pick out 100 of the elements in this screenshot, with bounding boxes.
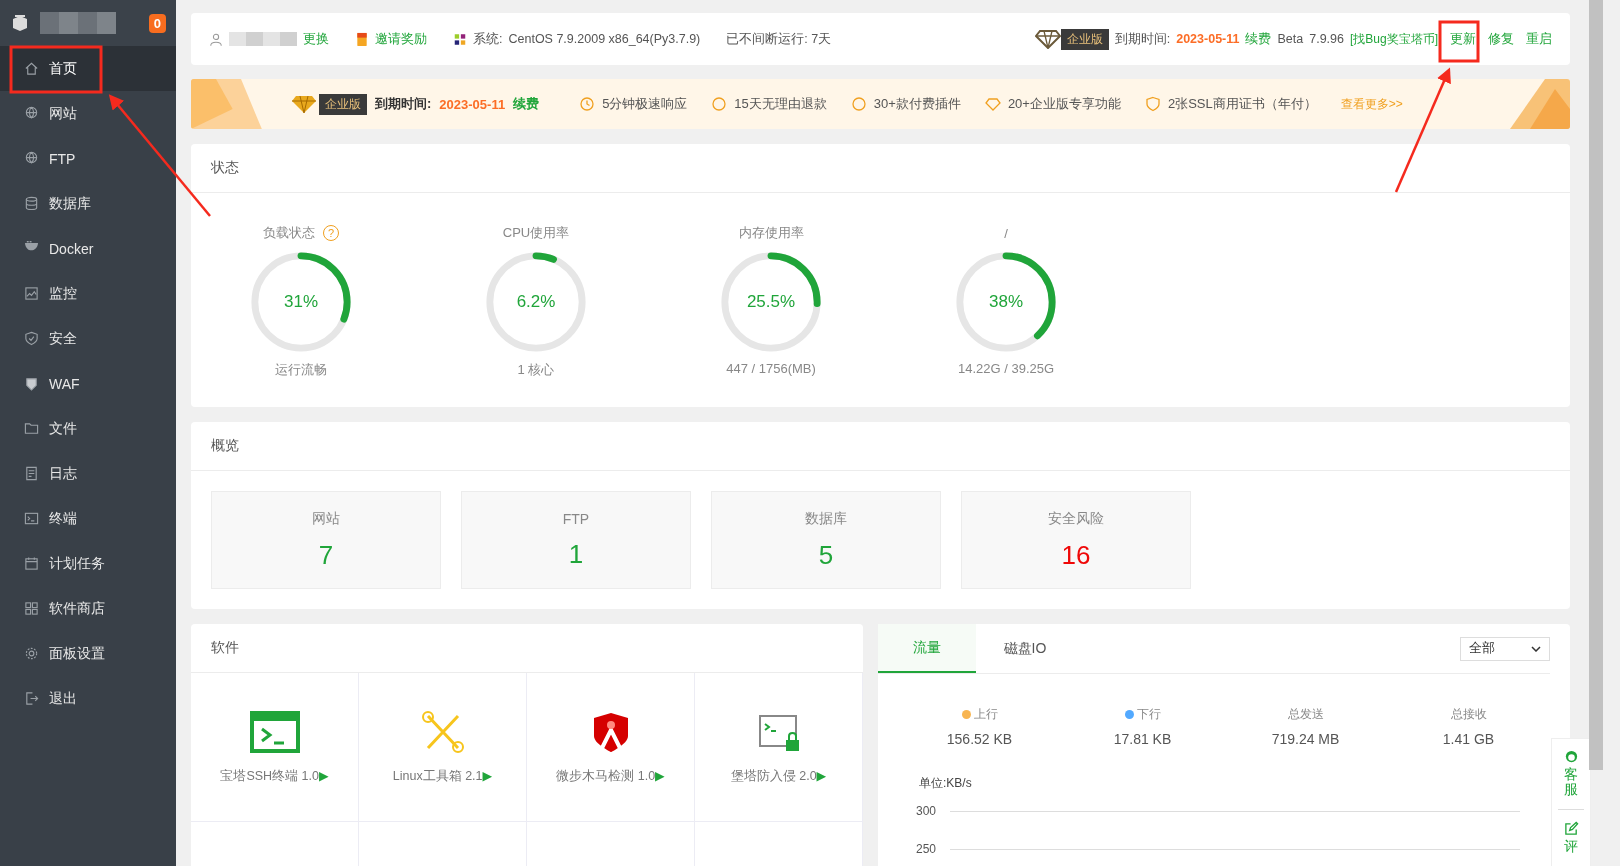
stat-label: 下行 — [1136, 706, 1161, 723]
sidebar-item[interactable]: 日志 — [0, 451, 176, 496]
overview-tile[interactable]: FTP 1 — [461, 491, 691, 589]
overview-tile[interactable]: 数据库 5 — [711, 491, 941, 589]
renew-link[interactable]: 续费 — [1245, 30, 1272, 48]
renew-link[interactable]: 续费 — [513, 95, 540, 113]
headset-icon[interactable] — [1563, 749, 1579, 764]
section-title: 状态 — [191, 144, 1570, 193]
bug-bounty-link[interactable]: [找Bug奖宝塔币] — [1349, 30, 1438, 48]
monitor-icon — [24, 286, 39, 301]
waf-icon — [24, 376, 39, 391]
tab[interactable]: 磁盘IO — [976, 624, 1074, 673]
highlight-box — [1438, 20, 1480, 63]
gift-envelope-icon — [355, 31, 369, 47]
software-tile[interactable]: Linux工具箱 2.1▶ — [359, 673, 527, 822]
chevron-down-icon — [1531, 645, 1541, 652]
clock-icon — [579, 96, 596, 112]
stat-value: 1.41 GB — [1442, 731, 1495, 747]
diamond-icon — [984, 96, 1001, 112]
sidebar-item[interactable]: 监控 — [0, 271, 176, 316]
terminal-icon — [24, 511, 39, 526]
tile-count: 7 — [318, 539, 334, 571]
sidebar-item[interactable]: 退出 — [0, 676, 176, 721]
axis-tick: 250 — [916, 842, 938, 856]
gauge-caption: 1 核心 — [517, 361, 555, 379]
sidebar-item[interactable]: 数据库 — [0, 181, 176, 226]
gauge-value: 38% — [989, 292, 1023, 312]
diamond-icon — [1034, 29, 1061, 49]
certificate-icon — [1144, 96, 1161, 112]
message-count-badge[interactable]: 0 — [148, 13, 166, 33]
gauge-value: 31% — [284, 292, 318, 312]
sidebar-item[interactable]: 文件 — [0, 406, 176, 451]
tile-label: FTP — [562, 510, 590, 527]
system-label: 系统: — [473, 30, 503, 48]
software-tile[interactable]: 堡塔防入侵 2.0▶ — [695, 673, 863, 822]
invite-link[interactable]: 邀请奖励 — [375, 30, 427, 48]
sidebar-item[interactable]: 终端 — [0, 496, 176, 541]
gauge-label: CPU使用率 — [502, 224, 570, 242]
software-name[interactable]: 微步木马检测 1.0▶ — [556, 767, 665, 785]
ftp-icon — [24, 151, 39, 166]
axis-tick: 300 — [916, 804, 938, 818]
sidebar-item[interactable]: 安全 — [0, 316, 176, 361]
feature-text: 15天无理由退款 — [734, 95, 827, 113]
gauge-caption: 14.22G / 39.25G — [957, 361, 1055, 376]
filter-dropdown[interactable]: 全部 — [1460, 636, 1550, 661]
customer-service-link[interactable]: 客服 — [1564, 767, 1578, 798]
stat-value: 17.81 KB — [1113, 731, 1172, 747]
sidebar-item[interactable]: Docker — [0, 226, 176, 271]
sidebar-item[interactable]: WAF — [0, 361, 176, 406]
stat-label: 上行 — [973, 706, 998, 723]
sidebar-item[interactable]: 面板设置 — [0, 631, 176, 676]
scrollbar[interactable] — [1589, 0, 1603, 770]
blurred-username — [229, 32, 297, 46]
system-info: CentOS 7.9.2009 x86_64(Py3.7.9) — [508, 32, 701, 46]
sidebar-item[interactable]: 计划任务 — [0, 541, 176, 586]
software-name[interactable]: 宝塔SSH终端 1.0▶ — [220, 767, 329, 785]
stat-label: 总接收 — [1450, 706, 1487, 723]
tab[interactable]: 流量 — [878, 624, 976, 673]
sidebar-item[interactable]: FTP — [0, 136, 176, 181]
database-icon — [24, 196, 39, 211]
review-link[interactable]: 评 — [1564, 838, 1578, 855]
section-title: 概览 — [191, 422, 1570, 471]
globe-icon — [24, 106, 39, 121]
centos-icon — [453, 31, 467, 47]
gauge-value: 6.2% — [516, 292, 556, 312]
home-icon — [24, 61, 39, 76]
calendar-icon — [24, 556, 39, 571]
user-icon — [209, 31, 223, 47]
software-name[interactable]: Linux工具箱 2.1▶ — [392, 767, 493, 785]
gauge-label: 负载状态 — [263, 224, 315, 242]
sidebar-item[interactable]: 首页 — [0, 46, 176, 91]
stat-value: 719.24 MB — [1271, 731, 1340, 747]
logout-icon — [24, 691, 39, 706]
log-icon — [24, 466, 39, 481]
terminal-window-icon — [249, 709, 300, 754]
edit-icon[interactable] — [1563, 820, 1579, 836]
action-link[interactable]: 修复 — [1488, 30, 1514, 48]
action-link[interactable]: 更新 — [1450, 30, 1476, 48]
action-link[interactable]: 重启 — [1526, 30, 1552, 48]
sidebar-item[interactable]: 软件商店 — [0, 586, 176, 631]
section-title: 软件 — [191, 624, 863, 673]
feature-text: 30+款付费插件 — [873, 95, 961, 113]
software-tile[interactable]: 微步木马检测 1.0▶ — [527, 673, 695, 822]
overview-tile[interactable]: 安全风险 16 — [961, 491, 1191, 589]
gauge-value: 25.5% — [746, 292, 796, 312]
uptime-text: 已不间断运行: 7天 — [726, 30, 832, 48]
change-link[interactable]: 更换 — [303, 30, 329, 48]
feature-text: 5分钟极速响应 — [602, 95, 688, 113]
shield-icon — [24, 331, 39, 346]
gauge-label: / — [1004, 225, 1008, 241]
overview-tile[interactable]: 网站 7 — [211, 491, 441, 589]
tile-label: 安全风险 — [1048, 509, 1104, 528]
software-tile[interactable]: 宝塔SSH终端 1.0▶ — [191, 673, 359, 822]
software-name[interactable]: 堡塔防入侵 2.0▶ — [730, 767, 827, 785]
channel-text: Beta — [1277, 32, 1304, 46]
tile-label: 网站 — [312, 509, 340, 528]
sidebar-item[interactable]: 网站 — [0, 91, 176, 136]
stat-value: 156.52 KB — [946, 731, 1013, 747]
tile-count: 16 — [1061, 539, 1091, 571]
expiry-date: 2023-05-11 — [1176, 32, 1240, 46]
